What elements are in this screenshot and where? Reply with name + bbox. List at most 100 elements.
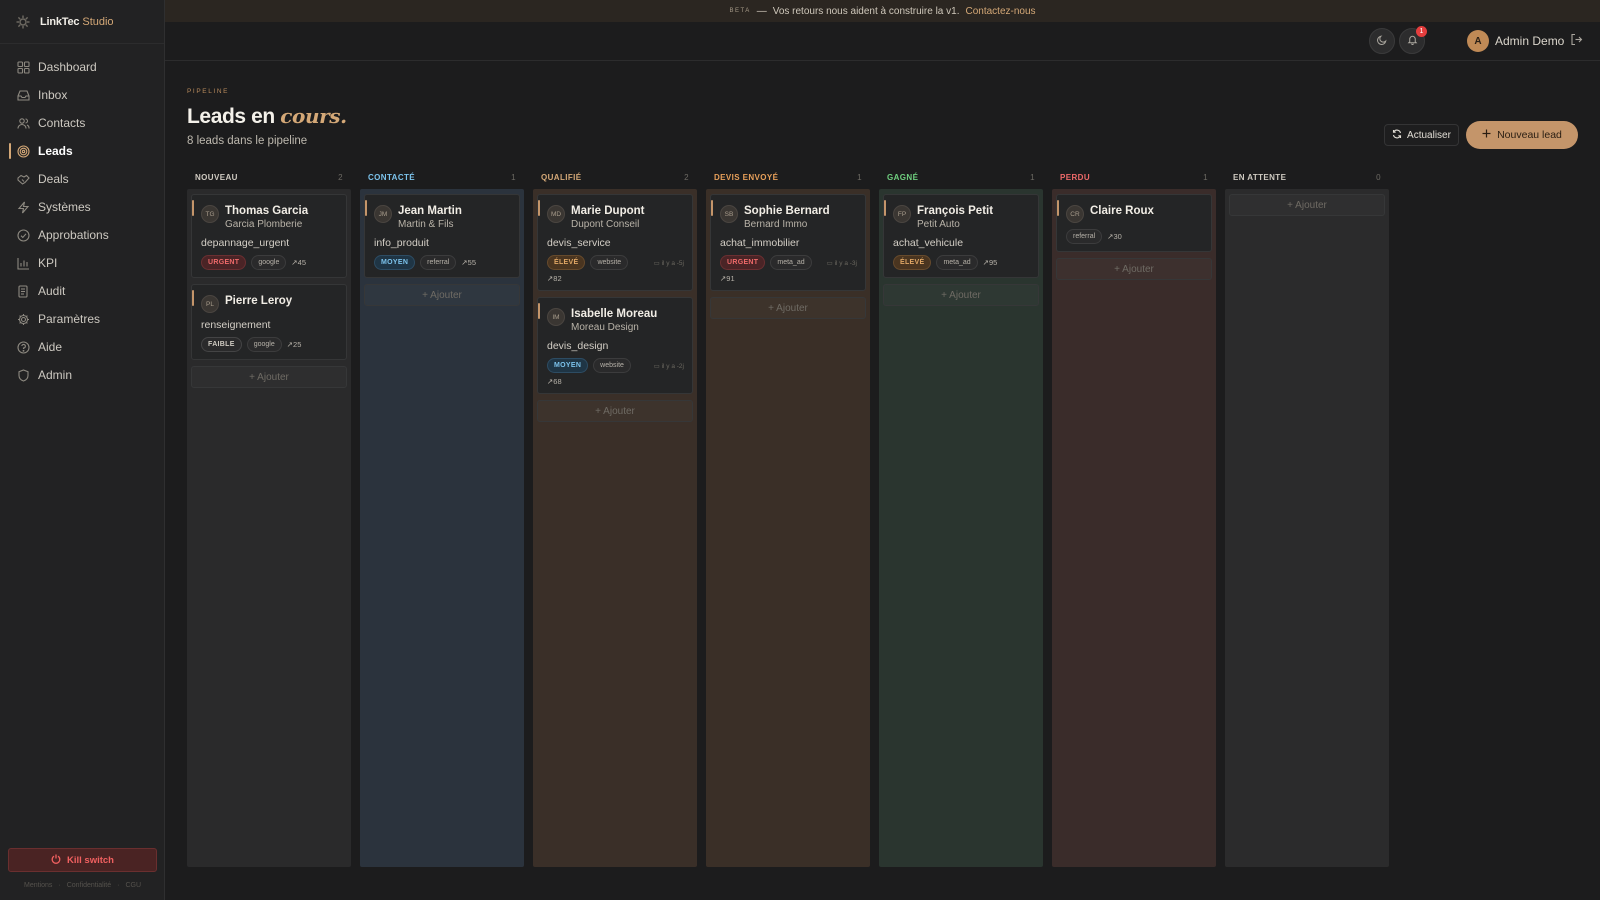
sidebar-item-approbations[interactable]: Approbations [0, 221, 164, 249]
lead-card[interactable]: FP François Petit Petit Auto achat_vehic… [883, 194, 1039, 278]
sidebar-item-inbox[interactable]: Inbox [0, 81, 164, 109]
column-body: JM Jean Martin Martin & Fils info_produi… [360, 189, 524, 867]
column-body: SB Sophie Bernard Bernard Immo achat_imm… [706, 189, 870, 867]
brand[interactable]: LinkTec Studio [0, 0, 164, 44]
kanban-column: NOUVEAU 2 TG Thomas Garcia Garcia Plomber… [187, 166, 351, 868]
card-tags: MOYEN referral ↗55 [374, 255, 511, 270]
card-header: FP François Petit Petit Auto [893, 201, 1030, 231]
kill-switch-button[interactable]: Kill switch [8, 848, 157, 872]
lead-date-text: il y a -3j [834, 259, 857, 267]
sidebar-item-label: Dashboard [38, 60, 97, 74]
lead-avatar: CR [1066, 205, 1084, 223]
kill-switch-label: Kill switch [67, 854, 114, 866]
kanban-column: DEVIS ENVOYÉ 1 SB Sophie Bernard Bernard … [706, 166, 870, 868]
card-identity: Isabelle Moreau Moreau Design [571, 304, 657, 334]
card-header: MD Marie Dupont Dupont Conseil [547, 201, 684, 231]
sidebar: LinkTec Studio Dashboard Inbox Contacts Lea… [0, 0, 165, 900]
calendar-icon: ▭ [653, 259, 660, 267]
beta-contact-link[interactable]: Contactez-nous [965, 6, 1035, 17]
lead-intent: depannage_urgent [201, 237, 290, 249]
column-title: QUALIFIÉ [541, 172, 582, 182]
sidebar-nav: Dashboard Inbox Contacts Leads Deals Systèmes… [0, 44, 164, 389]
lead-card[interactable]: PL Pierre Leroy renseignement FAIBLE googl… [191, 284, 347, 360]
sidebar-item-label: KPI [38, 256, 58, 270]
card-identity: Claire Roux [1090, 201, 1154, 219]
avatar[interactable]: A [1467, 30, 1489, 52]
notifications-button[interactable]: 1 [1399, 26, 1427, 54]
column-title: NOUVEAU [195, 172, 238, 182]
add-lead-button[interactable]: + Ajouter [1056, 258, 1212, 280]
kanban-column: CONTACTÉ 1 JM Jean Martin Martin & Fils i… [360, 166, 524, 868]
lead-score: ↗45 [291, 258, 307, 267]
source-badge: referral [420, 255, 457, 270]
sidebar-item-label: Inbox [38, 88, 68, 102]
gear-icon [17, 313, 30, 326]
lead-card[interactable]: MD Marie Dupont Dupont Conseil devis_ser… [537, 194, 693, 291]
column-header: GAGNÉ 1 [879, 166, 1043, 188]
new-lead-button[interactable]: Nouveau lead [1466, 121, 1578, 149]
refresh-button[interactable]: Actualiser [1384, 124, 1459, 146]
card-tags: FAIBLE google ↗25 [201, 337, 338, 352]
lead-card[interactable]: JM Jean Martin Martin & Fils info_produi… [364, 194, 520, 278]
lead-company: Garcia Plomberie [225, 219, 303, 230]
page-title: Leads en cours. [187, 104, 347, 129]
footer-link-mentions[interactable]: Mentions [24, 882, 52, 889]
refresh-label: Actualiser [1407, 129, 1451, 141]
add-lead-button[interactable]: + Ajouter [1229, 194, 1385, 216]
sidebar-item-audit[interactable]: Audit [0, 277, 164, 305]
add-lead-button[interactable]: + Ajouter [191, 366, 347, 388]
sidebar-item-aide[interactable]: Aide [0, 333, 164, 361]
card-header: TG Thomas Garcia Garcia Plomberie [201, 201, 338, 231]
theme-toggle-button[interactable] [1369, 28, 1395, 54]
sidebar-item-contacts[interactable]: Contacts [0, 109, 164, 137]
footer-link-confidentialite[interactable]: Confidentialité [67, 882, 111, 889]
add-lead-button[interactable]: + Ajouter [364, 284, 520, 306]
sidebar-item-label: Admin [38, 368, 73, 382]
sidebar-item-deals[interactable]: Deals [0, 165, 164, 193]
lead-intent: achat_vehicule [893, 237, 964, 249]
lead-card[interactable]: CR Claire Roux referral ↗30 [1056, 194, 1212, 252]
sidebar-item-kpi[interactable]: KPI [0, 249, 164, 277]
shield-icon [17, 368, 30, 382]
card-identity: François Petit Petit Auto [917, 201, 993, 231]
sidebar-item-dashboard[interactable]: Dashboard [0, 53, 164, 81]
scroll-icon [17, 284, 30, 298]
footer-links: Mentions · Confidentialité · CGU [0, 882, 165, 889]
column-header: QUALIFIÉ 2 [533, 166, 697, 188]
lead-name: Marie Dupont [571, 205, 645, 217]
kanban-board: NOUVEAU 2 TG Thomas Garcia Garcia Plomber… [187, 166, 1389, 868]
column-header: PERDU 1 [1052, 166, 1216, 188]
inbox-icon [17, 89, 30, 102]
source-badge: meta_ad [936, 255, 978, 270]
new-lead-label: Nouveau lead [1497, 129, 1562, 141]
lead-intent: devis_design [547, 340, 609, 352]
lead-avatar: SB [720, 205, 738, 223]
column-body: FP François Petit Petit Auto achat_vehic… [879, 189, 1043, 867]
lead-card[interactable]: IM Isabelle Moreau Moreau Design devis_d… [537, 297, 693, 394]
lead-name: Jean Martin [398, 205, 462, 217]
grid-icon [17, 60, 30, 74]
page-title-main: Leads en [187, 105, 275, 128]
lead-card[interactable]: SB Sophie Bernard Bernard Immo achat_imm… [710, 194, 866, 291]
calendar-icon: ▭ [826, 259, 833, 267]
column-count: 1 [1030, 172, 1035, 182]
add-lead-button[interactable]: + Ajouter [883, 284, 1039, 306]
lead-card[interactable]: TG Thomas Garcia Garcia Plomberie depann… [191, 194, 347, 278]
user-name[interactable]: Admin Demo [1495, 34, 1564, 48]
moon-icon [1376, 34, 1388, 48]
footer-link-cgu[interactable]: CGU [125, 882, 141, 889]
add-lead-button[interactable]: + Ajouter [537, 400, 693, 422]
sidebar-item-admin[interactable]: Admin [0, 361, 164, 389]
sidebar-item-leads[interactable]: Leads [0, 137, 164, 165]
logout-icon[interactable] [1570, 33, 1584, 47]
sidebar-item-systemes[interactable]: Systèmes [0, 193, 164, 221]
column-title: EN ATTENTE [1233, 172, 1287, 182]
lead-intent: renseignement [201, 319, 271, 331]
column-count: 2 [338, 172, 343, 182]
source-badge: website [593, 358, 631, 373]
bar-chart-icon [17, 257, 30, 270]
card-score-row: ↗91 [720, 274, 857, 283]
add-lead-button[interactable]: + Ajouter [710, 297, 866, 319]
sidebar-item-parametres[interactable]: Paramètres [0, 305, 164, 333]
card-header: SB Sophie Bernard Bernard Immo [720, 201, 857, 231]
